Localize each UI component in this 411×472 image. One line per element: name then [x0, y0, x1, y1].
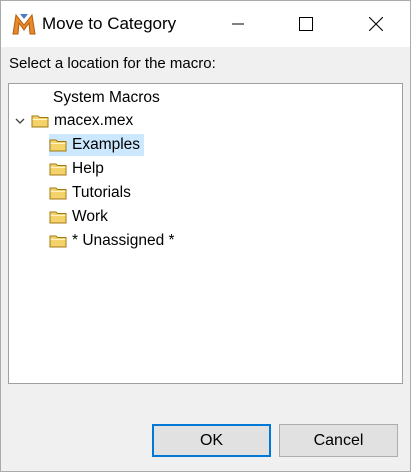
close-icon — [369, 17, 383, 31]
minimize-icon — [232, 23, 244, 25]
macro-express-logo-icon — [12, 13, 36, 35]
move-to-category-dialog: Move to Category Select a location for t… — [0, 0, 411, 472]
maximize-icon — [299, 17, 313, 31]
title-bar[interactable]: Move to Category — [1, 1, 410, 47]
tree-node-label: Help — [72, 160, 104, 177]
tree-node-label: Tutorials — [72, 184, 131, 201]
ok-button[interactable]: OK — [152, 424, 271, 457]
folder-icon — [49, 211, 67, 224]
folder-icon — [49, 235, 67, 248]
instruction-label: Select a location for the macro: — [9, 55, 216, 72]
tree-root-system-macros[interactable]: System Macros — [53, 87, 160, 109]
collapse-chevron-icon[interactable] — [15, 116, 25, 126]
close-button[interactable] — [353, 1, 399, 47]
tree-node-work[interactable]: Work — [49, 206, 108, 228]
tree-node-tutorials[interactable]: Tutorials — [49, 182, 131, 204]
tree-node-label: System Macros — [53, 89, 160, 106]
tree-node-label: macex.mex — [54, 112, 134, 129]
folder-icon — [49, 163, 67, 176]
tree-node-examples[interactable]: Examples — [49, 134, 145, 156]
tree-node-label: Examples — [72, 136, 141, 153]
tree-node-help[interactable]: Help — [49, 158, 104, 180]
tree-node-label: * Unassigned * — [72, 232, 175, 249]
tree-node-unassigned[interactable]: * Unassigned * — [49, 230, 175, 252]
category-tree[interactable]: System Macros macex.mex Examples Help Tu… — [8, 83, 403, 384]
tree-node-macex-mex[interactable]: macex.mex — [31, 110, 133, 132]
window-title: Move to Category — [42, 14, 177, 33]
folder-icon — [31, 115, 49, 128]
minimize-button[interactable] — [215, 1, 261, 47]
tree-node-label: Work — [72, 208, 108, 225]
cancel-button[interactable]: Cancel — [279, 424, 398, 457]
folder-icon — [49, 187, 67, 200]
folder-icon — [49, 139, 67, 152]
maximize-button[interactable] — [283, 1, 329, 47]
